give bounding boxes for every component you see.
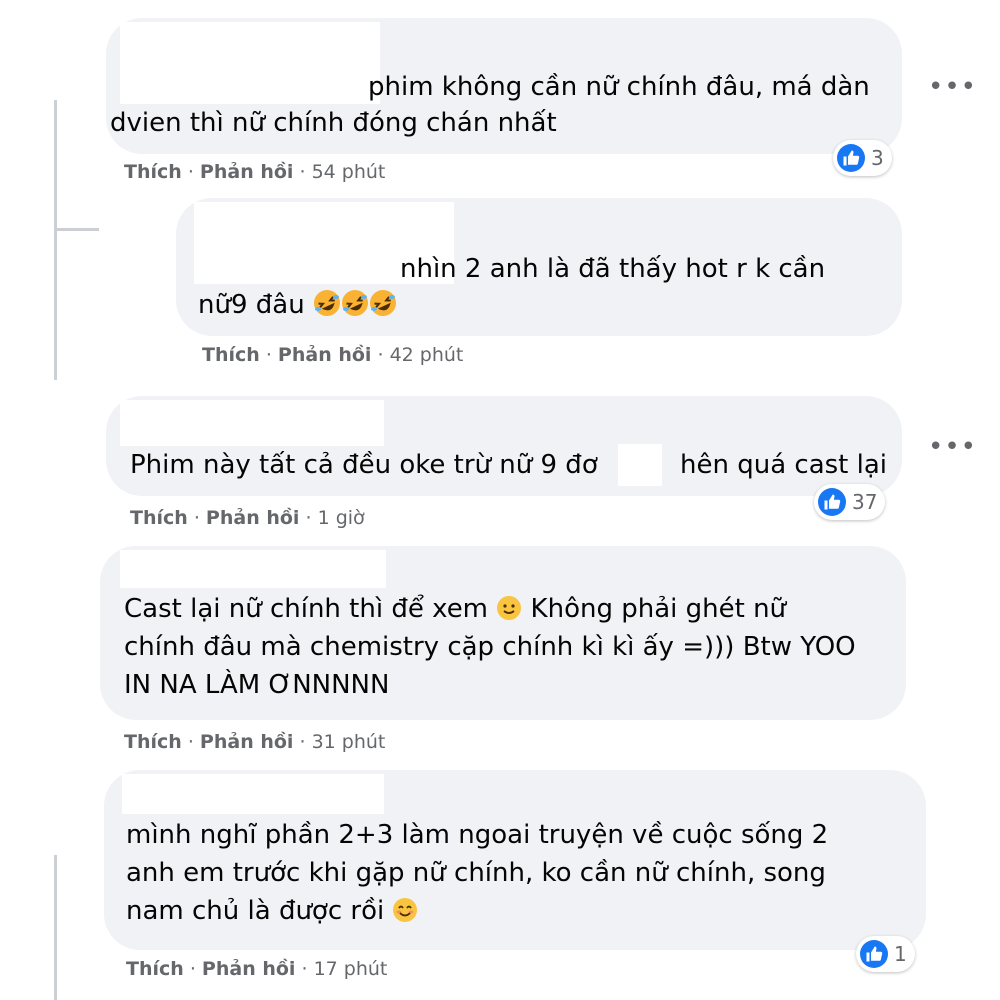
comment-text: nhìn 2 anh là đã thấy hot r k cần <box>400 254 826 284</box>
comment-text: hên quá cast lại <box>680 450 888 480</box>
like-icon <box>837 144 865 172</box>
like-icon <box>860 940 888 968</box>
comment-actions: Thích · Phản hồi · 1 giờ <box>130 507 365 529</box>
comment-text: phim không cần nữ chính đâu, má dàn <box>368 72 870 102</box>
comment-time: 42 phút <box>389 344 464 366</box>
redacted-author-name <box>120 400 384 446</box>
reply-button[interactable]: Phản hồi <box>278 344 372 366</box>
redacted-text <box>618 444 662 486</box>
comment-actions: Thích · Phản hồi · 17 phút <box>126 958 388 980</box>
comment-text: IN NA LÀM ƠNNNNN <box>124 670 390 700</box>
redacted-author-name <box>120 550 386 588</box>
reaction-count-value: 37 <box>852 490 878 514</box>
rolling-on-floor-laughing-emoji <box>313 290 340 316</box>
reaction-count[interactable]: 3 <box>833 140 892 176</box>
comment-actions: Thích · Phản hồi · 54 phút <box>124 161 386 183</box>
like-icon <box>818 488 846 516</box>
like-button[interactable]: Thích <box>202 344 260 366</box>
thread-connector <box>57 228 99 231</box>
thread-line <box>54 855 57 1000</box>
reply-button[interactable]: Phản hồi <box>200 731 294 753</box>
reply-button[interactable]: Phản hồi <box>202 958 296 980</box>
comment-time: 17 phút <box>313 958 388 980</box>
comment-text: chính đâu mà chemistry cặp chính kì kì ấ… <box>124 632 856 662</box>
comment-text: Cast lại nữ chính thì để xem Không phải … <box>124 594 787 624</box>
rolling-on-floor-laughing-emoji <box>369 290 396 316</box>
reaction-count-value: 1 <box>894 942 907 966</box>
like-button[interactable]: Thích <box>126 958 184 980</box>
more-options-icon[interactable]: ••• <box>928 434 977 460</box>
reaction-count-value: 3 <box>871 146 884 170</box>
reply-button[interactable]: Phản hồi <box>206 507 300 529</box>
like-button[interactable]: Thích <box>124 161 182 183</box>
like-button[interactable]: Thích <box>130 507 188 529</box>
comment-actions: Thích · Phản hồi · 42 phút <box>202 344 464 366</box>
comment-actions: Thích · Phản hồi · 31 phút <box>124 731 386 753</box>
comment-time: 1 giờ <box>317 507 365 529</box>
reaction-count[interactable]: 37 <box>814 484 886 520</box>
thread-line <box>54 100 57 380</box>
more-options-icon[interactable]: ••• <box>928 74 977 100</box>
comment-text: Phim này tất cả đều oke trừ nữ 9 đơ <box>130 450 598 480</box>
comment-time: 31 phút <box>311 731 386 753</box>
reply-button[interactable]: Phản hồi <box>200 161 294 183</box>
smiling-face-emoji <box>393 898 418 922</box>
reaction-count[interactable]: 1 <box>856 936 915 972</box>
comment-time: 54 phút <box>311 161 386 183</box>
like-button[interactable]: Thích <box>124 731 182 753</box>
comment-text: anh em trước khi gặp nữ chính, ko cần nữ… <box>126 858 826 888</box>
comment-text: nam chủ là được rồi <box>126 892 418 930</box>
rolling-on-floor-laughing-emoji <box>341 290 368 316</box>
comment-text: mình nghĩ phần 2+3 làm ngoai truyện về c… <box>126 820 829 850</box>
comment-text: dvien thì nữ chính đóng chán nhất <box>110 108 557 138</box>
slightly-smiling-emoji <box>497 596 522 620</box>
redacted-author-name <box>120 22 380 104</box>
redacted-author-name <box>122 774 384 814</box>
comment-text: nữ9 đâu <box>198 286 397 324</box>
